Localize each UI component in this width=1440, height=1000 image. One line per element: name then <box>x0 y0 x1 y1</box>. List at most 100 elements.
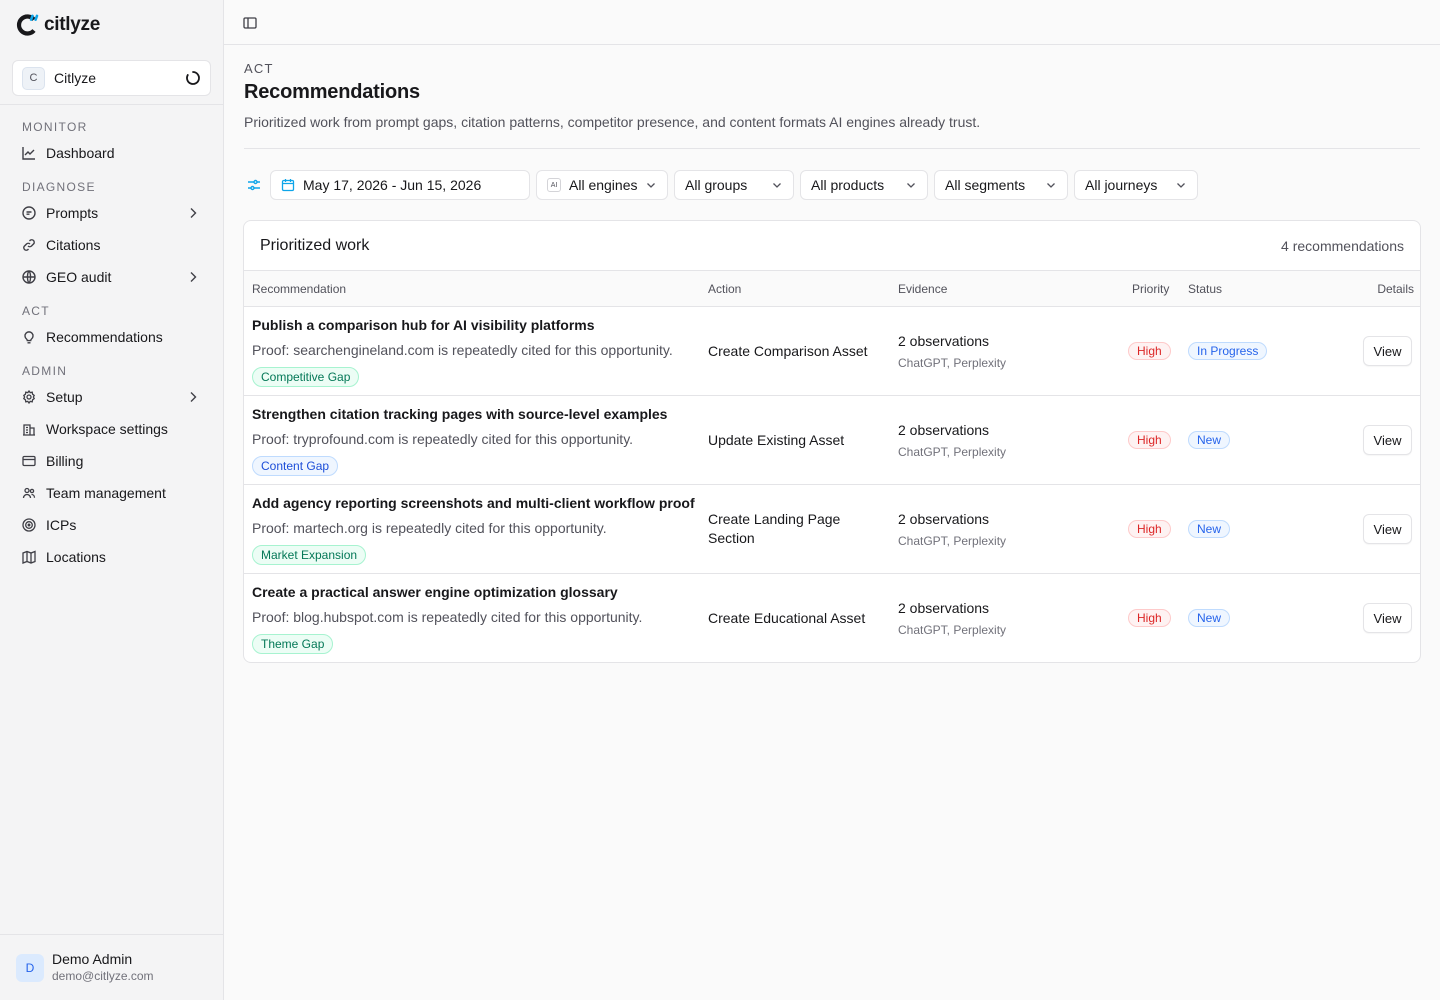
category-tag: Competitive Gap <box>252 367 360 387</box>
sidebar-divider <box>0 104 223 105</box>
sidebar-toggle-icon[interactable] <box>242 15 258 31</box>
card-title: Prioritized work <box>260 237 370 254</box>
journeys-filter[interactable]: All journeys <box>1074 170 1198 200</box>
date-range-value: May 17, 2026 - Jun 15, 2026 <box>303 177 482 193</box>
action-label: Update Existing Asset <box>708 432 845 448</box>
table-row: Add agency reporting screenshots and mul… <box>244 485 1420 574</box>
top-bar <box>224 0 1440 45</box>
section-label-act: ACT <box>22 304 50 318</box>
status-badge: In Progress <box>1188 342 1268 360</box>
workspace-avatar: C <box>22 66 45 90</box>
view-button[interactable]: View <box>1363 336 1412 366</box>
status-badge: New <box>1188 520 1231 538</box>
category-tag: Market Expansion <box>252 545 367 565</box>
table-row: Strengthen citation tracking pages with … <box>244 396 1420 485</box>
sidebar-item-label: Setup <box>46 389 83 405</box>
engines-filter-value: All engines <box>569 177 638 193</box>
citlyze-logo-icon <box>16 13 40 37</box>
chevron-right-icon <box>186 390 200 404</box>
loading-spinner-icon <box>185 70 201 86</box>
category-tag: Content Gap <box>252 456 339 476</box>
evidence-engines: ChatGPT, Perplexity <box>898 356 1007 370</box>
column-header-action: Action <box>708 282 742 296</box>
sidebar-item-workspace-settings[interactable]: Workspace settings <box>12 415 212 443</box>
lightbulb-icon <box>22 330 36 344</box>
sidebar-item-label: Dashboard <box>46 145 115 161</box>
user-name: Demo Admin <box>52 951 133 967</box>
ai-engine-icon: AI <box>547 178 561 192</box>
sidebar-item-label: Citations <box>46 237 101 253</box>
priority-badge: High <box>1128 520 1171 538</box>
action-label: Create Educational Asset <box>708 610 866 626</box>
products-filter[interactable]: All products <box>800 170 928 200</box>
evidence-engines: ChatGPT, Perplexity <box>898 445 1007 459</box>
sidebar-item-team-management[interactable]: Team management <box>12 479 212 507</box>
observation-count: 2 observations <box>898 333 990 349</box>
view-button[interactable]: View <box>1363 514 1412 544</box>
brand-logo[interactable]: citlyze <box>16 12 100 38</box>
chevron-down-icon <box>771 179 783 191</box>
page-eyebrow: ACT <box>244 61 274 76</box>
workspace-switcher[interactable]: C Citlyze <box>12 60 211 96</box>
sidebar-item-icps[interactable]: ICPs <box>12 511 212 539</box>
workspace-name: Citlyze <box>54 70 97 86</box>
sidebar-item-geo-audit[interactable]: GEO audit <box>12 263 212 291</box>
recommendation-title: Publish a comparison hub for AI visibili… <box>252 317 595 333</box>
chevron-down-icon <box>905 179 917 191</box>
sidebar-item-label: Prompts <box>46 205 99 221</box>
chevron-down-icon <box>1045 179 1057 191</box>
link-icon <box>22 238 36 252</box>
user-profile[interactable]: D Demo Admin demo@citlyze.com <box>0 934 223 1000</box>
column-header-evidence: Evidence <box>898 282 948 296</box>
evidence-engines: ChatGPT, Perplexity <box>898 623 1007 637</box>
sidebar-item-label: Locations <box>46 549 106 565</box>
sidebar: citlyze C Citlyze MONITOR Dashboard DIAG… <box>0 0 224 1000</box>
column-header-details: Details <box>1377 282 1414 296</box>
action-label: Create Comparison Asset <box>708 343 868 359</box>
sidebar-item-label: Recommendations <box>46 329 163 345</box>
date-range-picker[interactable]: May 17, 2026 - Jun 15, 2026 <box>270 170 530 200</box>
filter-settings-icon[interactable] <box>246 177 262 193</box>
sidebar-item-billing[interactable]: Billing <box>12 447 212 475</box>
user-email: demo@citlyze.com <box>52 969 154 983</box>
priority-badge: High <box>1128 431 1171 449</box>
target-icon <box>22 518 36 532</box>
products-filter-value: All products <box>811 177 885 193</box>
sidebar-item-prompts[interactable]: Prompts <box>12 199 212 227</box>
view-button[interactable]: View <box>1363 425 1412 455</box>
recommendation-proof: Proof: tryprofound.com is repeatedly cit… <box>252 431 634 447</box>
sidebar-item-setup[interactable]: Setup <box>12 383 212 411</box>
globe-icon <box>22 270 36 284</box>
credit-card-icon <box>22 454 36 468</box>
evidence-engines: ChatGPT, Perplexity <box>898 534 1007 548</box>
groups-filter[interactable]: All groups <box>674 170 794 200</box>
sidebar-item-label: ICPs <box>46 517 77 533</box>
table-row: Create a practical answer engine optimiz… <box>244 574 1420 662</box>
sidebar-item-citations[interactable]: Citations <box>12 231 212 259</box>
sidebar-item-label: Workspace settings <box>46 421 168 437</box>
section-label-monitor: MONITOR <box>22 120 88 134</box>
table-header: Recommendation Action Evidence Priority … <box>244 270 1420 307</box>
sidebar-item-dashboard[interactable]: Dashboard <box>12 139 212 167</box>
category-tag: Theme Gap <box>252 634 334 654</box>
sidebar-item-label: Billing <box>46 453 84 469</box>
page-title: Recommendations <box>244 81 420 103</box>
sidebar-item-locations[interactable]: Locations <box>12 543 212 571</box>
observation-count: 2 observations <box>898 600 990 616</box>
engines-filter[interactable]: AI All engines <box>536 170 668 200</box>
gear-icon <box>22 390 36 404</box>
sidebar-item-recommendations[interactable]: Recommendations <box>12 323 212 351</box>
users-icon <box>22 486 36 500</box>
table-row: Publish a comparison hub for AI visibili… <box>244 307 1420 396</box>
header-divider <box>244 148 1420 149</box>
status-badge: New <box>1188 431 1231 449</box>
recommendation-title: Add agency reporting screenshots and mul… <box>252 495 695 511</box>
segments-filter[interactable]: All segments <box>934 170 1068 200</box>
view-button[interactable]: View <box>1363 603 1412 633</box>
recommendation-title: Create a practical answer engine optimiz… <box>252 584 618 600</box>
brand-name: citlyze <box>44 14 100 35</box>
status-badge: New <box>1188 609 1231 627</box>
sidebar-item-label: GEO audit <box>46 269 112 285</box>
map-icon <box>22 550 36 564</box>
action-label: Create Landing Page Section <box>708 511 841 546</box>
